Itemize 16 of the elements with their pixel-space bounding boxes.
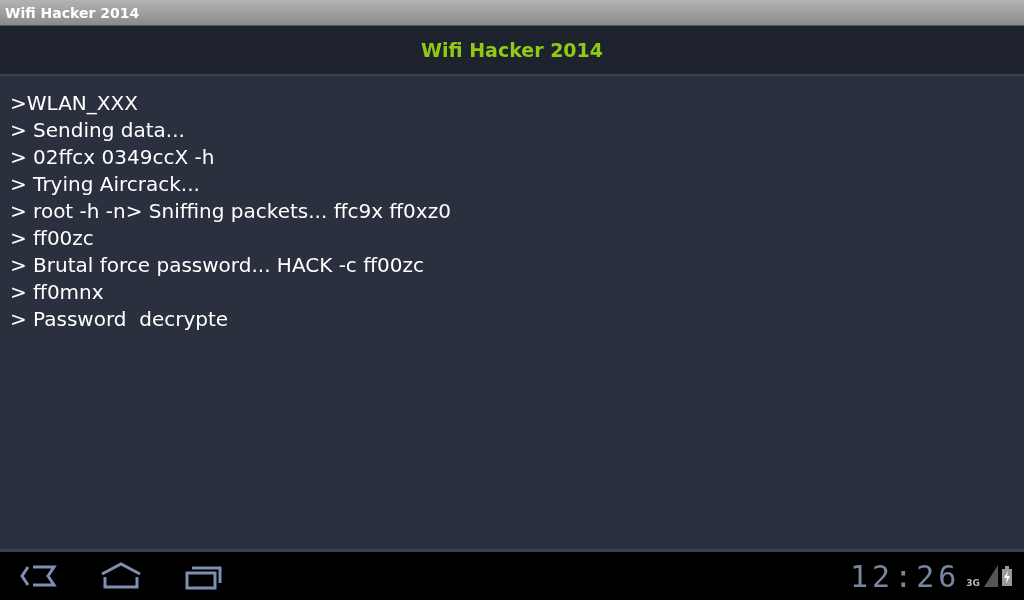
window-title: Wifi Hacker 2014 bbox=[5, 4, 140, 21]
console-line: > 02ffcx 0349ccX -h bbox=[10, 144, 216, 171]
console-line: >WLAN_XXX bbox=[10, 90, 139, 117]
console-line: > root -h -n> Sniffing packets... ffc9x ff0xz0 bbox=[10, 198, 452, 225]
app-title: Wifi Hacker 2014 bbox=[421, 39, 603, 61]
console-line: > Trying Aircrack... bbox=[10, 171, 201, 198]
console-line: > ff0mnx bbox=[10, 279, 105, 306]
console-line: > Sending data... bbox=[10, 117, 186, 144]
home-icon[interactable] bbox=[100, 561, 142, 591]
console-line: > ff00zc bbox=[10, 225, 95, 252]
console-line: > Brutal force password... HACK -c ff00zc bbox=[10, 252, 425, 279]
battery-charging-icon bbox=[1002, 566, 1012, 586]
signal-icon bbox=[984, 565, 998, 587]
clock: 12:26 bbox=[850, 558, 961, 594]
console-line: > Password decrypte bbox=[10, 306, 230, 333]
network-type: 3G bbox=[966, 578, 980, 588]
